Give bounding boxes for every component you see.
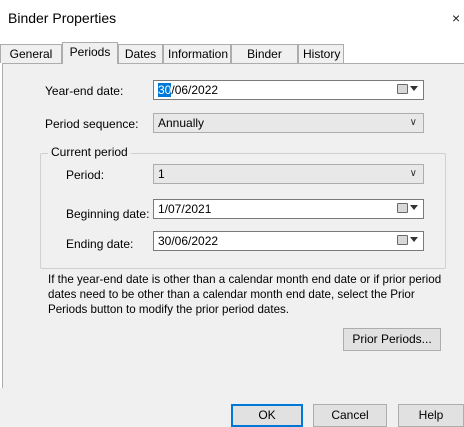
calendar-icon — [397, 84, 408, 94]
tab-general[interactable]: General — [0, 44, 62, 63]
ending-date-value: 30/06/2022 — [158, 234, 219, 248]
tab-information[interactable]: Information — [163, 44, 231, 63]
period-sequence-label: Period sequence: — [45, 117, 139, 131]
tab-history[interactable]: History — [298, 44, 344, 63]
period-sequence-value: Annually — [158, 116, 205, 130]
period-sequence-select[interactable]: Annually ∨ — [153, 113, 424, 133]
chevron-down-icon: ∨ — [409, 117, 417, 128]
year-end-calendar-button[interactable] — [397, 83, 419, 97]
year-end-date-rest: /06/2022 — [171, 83, 219, 97]
dropdown-arrow-icon — [410, 205, 418, 210]
year-end-day-selection: 30 — [158, 83, 172, 97]
ok-button[interactable]: OK — [231, 404, 303, 427]
tab-strip: General Periods Dates Information Binder… — [0, 42, 464, 80]
period-select[interactable]: 1 ∨ — [153, 164, 424, 184]
beginning-date-label: Beginning date: — [66, 207, 150, 221]
ending-date-picker[interactable]: 30/06/2022 — [153, 231, 424, 251]
period-value: 1 — [158, 167, 165, 181]
beginning-calendar-button[interactable] — [397, 202, 419, 216]
help-button[interactable]: Help — [398, 404, 464, 427]
chevron-down-icon: ∨ — [409, 168, 417, 179]
beginning-date-picker[interactable]: 1/07/2021 — [153, 199, 424, 219]
tab-periods[interactable]: Periods — [62, 42, 118, 64]
beginning-date-value: 1/07/2021 — [158, 202, 212, 216]
tab-dates[interactable]: Dates — [118, 44, 163, 63]
tab-binder-staff[interactable]: Binder Staff — [231, 44, 298, 80]
close-icon[interactable]: × — [452, 10, 460, 26]
cancel-button[interactable]: Cancel — [313, 404, 387, 427]
prior-periods-note: If the year-end date is other than a cal… — [48, 273, 442, 316]
ending-calendar-button[interactable] — [397, 234, 419, 248]
dropdown-arrow-icon — [410, 237, 418, 242]
window-title: Binder Properties — [8, 10, 117, 26]
prior-periods-button[interactable]: Prior Periods... — [343, 328, 441, 351]
calendar-icon — [397, 203, 408, 213]
dropdown-arrow-icon — [410, 86, 418, 91]
current-period-group-label: Current period — [48, 145, 131, 159]
year-end-date-picker[interactable]: 30/06/2022 — [153, 80, 424, 100]
calendar-icon — [397, 235, 408, 245]
period-label: Period: — [66, 168, 105, 182]
year-end-date-label: Year-end date: — [45, 84, 124, 98]
ending-date-label: Ending date: — [66, 237, 134, 251]
